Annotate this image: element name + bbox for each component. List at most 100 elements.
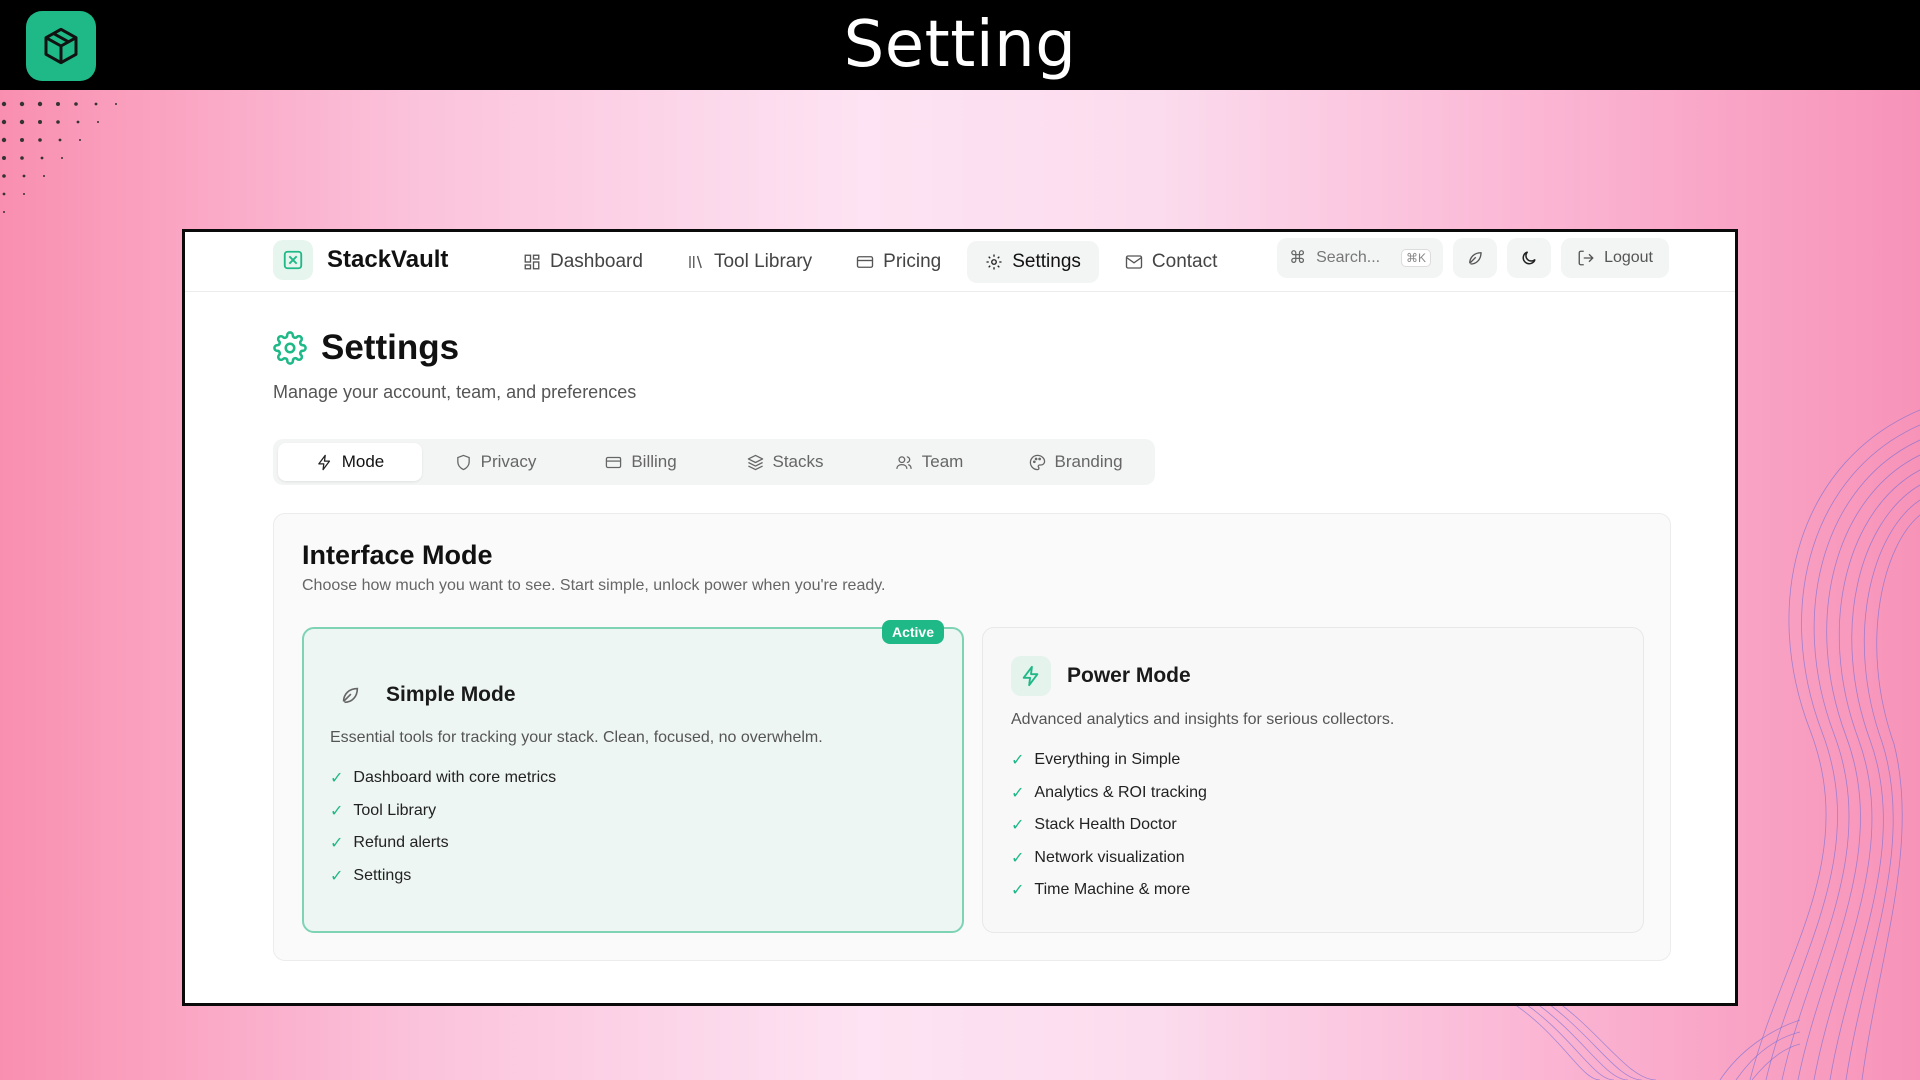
page-title: Settings — [321, 328, 460, 367]
feature-label: Analytics & ROI tracking — [1034, 783, 1207, 801]
settings-gear-icon — [273, 331, 307, 365]
nav-contact[interactable]: Contact — [1107, 241, 1235, 283]
tab-branding[interactable]: Branding — [1001, 443, 1150, 481]
check-icon: ✓ — [330, 835, 344, 853]
brand[interactable]: StackVault — [273, 240, 448, 280]
shield-icon — [456, 454, 470, 470]
feature-item: ✓ Time Machine & more — [1011, 874, 1207, 907]
feature-label: Dashboard with core metrics — [353, 769, 557, 787]
power-mode-title: Power Mode — [1067, 664, 1191, 687]
logout-icon — [1578, 250, 1594, 266]
page-subtitle: Manage your account, team, and preferenc… — [273, 382, 637, 402]
nav-settings-label: Settings — [1012, 251, 1081, 272]
command-icon: ⌘ — [1289, 248, 1307, 267]
card-icon — [856, 256, 874, 268]
feature-label: Settings — [353, 866, 412, 884]
panel-title: Interface Mode — [302, 540, 493, 570]
gear-icon — [986, 254, 1002, 270]
nav-tool-library-label: Tool Library — [713, 251, 813, 272]
feature-item: ✓ Analytics & ROI tracking — [1011, 777, 1207, 810]
power-mode-description: Advanced analytics and insights for seri… — [1011, 711, 1395, 728]
simple-mode-description: Essential tools for tracking your stack.… — [330, 729, 823, 746]
users-icon — [896, 455, 912, 469]
power-mode-header: Power Mode — [1011, 656, 1191, 696]
tab-privacy-label: Privacy — [480, 452, 537, 471]
bolt-icon — [317, 454, 330, 470]
nav-right: ⌘ Search... ⌘K Logout — [1277, 238, 1669, 278]
feature-label: Everything in Simple — [1034, 751, 1181, 769]
nav-contact-label: Contact — [1151, 251, 1218, 272]
nav-links: Dashboard Tool Library Pricing Settings … — [505, 241, 1235, 283]
tab-privacy[interactable]: Privacy — [422, 443, 569, 481]
feature-label: Refund alerts — [353, 834, 449, 852]
nav-dashboard-label: Dashboard — [550, 251, 643, 272]
moon-icon — [1522, 251, 1536, 265]
tab-mode-label: Mode — [341, 452, 385, 471]
tab-billing[interactable]: Billing — [569, 443, 713, 481]
check-icon: ✓ — [1011, 849, 1025, 867]
feature-label: Stack Health Doctor — [1034, 816, 1177, 834]
simple-mode-card[interactable]: Active Simple Mode Essential tools for t… — [302, 620, 964, 933]
banner-title: Setting — [843, 8, 1077, 82]
check-icon: ✓ — [330, 867, 344, 885]
leaf-icon — [1469, 252, 1482, 265]
check-icon: ✓ — [330, 802, 344, 820]
top-nav: StackVault Dashboard Tool Library Pricin… — [185, 232, 1735, 292]
tab-stacks[interactable]: Stacks — [713, 443, 857, 481]
nav-settings[interactable]: Settings — [967, 241, 1099, 283]
check-icon: ✓ — [1011, 784, 1025, 802]
feature-label: Tool Library — [353, 801, 437, 819]
logout-label: Logout — [1604, 249, 1653, 266]
simple-mode-title: Simple Mode — [386, 683, 516, 706]
app-window: StackVault Dashboard Tool Library Pricin… — [182, 229, 1738, 1006]
check-icon: ✓ — [1011, 817, 1025, 835]
settings-tabs: Mode Privacy Billing Stacks Team Brandin… — [273, 439, 1155, 485]
bolt-icon — [1011, 656, 1051, 696]
nav-pricing[interactable]: Pricing — [838, 241, 959, 283]
search-shortcut: ⌘K — [1401, 249, 1432, 267]
feature-item: ✓ Stack Health Doctor — [1011, 809, 1207, 842]
layers-icon — [747, 454, 763, 470]
banner: Setting — [0, 0, 1920, 90]
grid-icon — [524, 254, 540, 270]
decorative-waves — [1749, 409, 1920, 1080]
feature-item: ✓ Settings — [330, 860, 556, 893]
simple-mode-toggle-button[interactable] — [1453, 238, 1498, 278]
stackvault-logo-icon — [273, 240, 313, 280]
tab-branding-label: Branding — [1054, 452, 1123, 471]
nav-pricing-label: Pricing — [883, 251, 942, 272]
tab-team[interactable]: Team — [857, 443, 1001, 481]
power-mode-card[interactable]: Power Mode Advanced analytics and insigh… — [982, 627, 1644, 933]
page-header: Settings Manage your account, team, and … — [273, 328, 636, 403]
mail-icon — [1125, 255, 1143, 269]
feature-item: ✓ Dashboard with core metrics — [330, 762, 556, 795]
tab-mode[interactable]: Mode — [278, 443, 423, 481]
feature-item: ✓ Network visualization — [1011, 842, 1207, 875]
tab-team-label: Team — [921, 452, 964, 471]
feature-item: ✓ Refund alerts — [330, 827, 556, 860]
card-icon — [606, 456, 622, 468]
theme-toggle-button[interactable] — [1507, 238, 1552, 278]
library-icon — [689, 255, 702, 269]
power-mode-features: ✓ Everything in Simple ✓ Analytics & ROI t… — [1011, 744, 1207, 907]
feature-item: ✓ Everything in Simple — [1011, 744, 1207, 777]
simple-mode-header: Simple Mode — [330, 675, 516, 715]
leaf-icon — [330, 675, 370, 715]
nav-dashboard[interactable]: Dashboard — [505, 241, 661, 283]
decorative-dots — [1, 101, 117, 213]
active-badge: Active — [881, 620, 944, 644]
check-icon: ✓ — [1011, 882, 1025, 900]
brand-name: StackVault — [327, 246, 449, 273]
check-icon: ✓ — [1011, 752, 1025, 770]
panel-subtitle: Choose how much you want to see. Start s… — [302, 577, 886, 594]
logout-button[interactable]: Logout — [1561, 238, 1669, 278]
check-icon: ✓ — [330, 770, 344, 788]
tab-billing-label: Billing — [631, 452, 677, 471]
tab-stacks-label: Stacks — [772, 452, 824, 471]
palette-icon — [1029, 454, 1045, 470]
feature-label: Network visualization — [1034, 848, 1185, 866]
search-input[interactable]: ⌘ Search... ⌘K — [1277, 238, 1444, 278]
box-logo-icon — [26, 11, 96, 81]
search-placeholder: Search... — [1316, 249, 1381, 266]
nav-tool-library[interactable]: Tool Library — [669, 241, 830, 283]
